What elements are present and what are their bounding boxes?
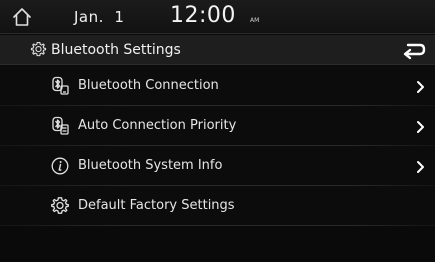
gear-icon <box>30 41 47 58</box>
chevron-right-icon <box>414 159 426 173</box>
home-icon[interactable] <box>10 5 34 29</box>
settings-menu: Bluetooth Connection Auto Connection Pri… <box>0 66 435 226</box>
menu-item-bluetooth-system-info[interactable]: Bluetooth System Info <box>0 146 435 186</box>
menu-item-default-factory-settings[interactable]: Default Factory Settings <box>0 186 435 226</box>
bluetooth-priority-icon <box>50 116 70 136</box>
page-title: Bluetooth Settings <box>51 42 181 58</box>
menu-item-label: Bluetooth System Info <box>78 158 223 173</box>
title-bar: Bluetooth Settings <box>0 35 435 65</box>
date-display: Jan. 1 <box>74 8 125 26</box>
back-arrow-icon[interactable] <box>398 40 428 60</box>
bluetooth-settings-screen: Jan. 1 12:00 AM Bluetooth Settings Bluet… <box>0 0 435 262</box>
bluetooth-phone-icon <box>50 76 70 96</box>
menu-item-label: Auto Connection Priority <box>78 118 237 133</box>
gear-icon <box>50 196 70 216</box>
menu-item-label: Default Factory Settings <box>78 198 235 213</box>
clock-time: 12:00 <box>170 3 236 28</box>
menu-item-bluetooth-connection[interactable]: Bluetooth Connection <box>0 66 435 106</box>
status-bar: Jan. 1 12:00 AM <box>0 0 435 34</box>
menu-item-label: Bluetooth Connection <box>78 78 219 93</box>
menu-item-auto-connection-priority[interactable]: Auto Connection Priority <box>0 106 435 146</box>
info-icon <box>50 156 70 176</box>
chevron-right-icon <box>414 119 426 133</box>
clock-ampm: AM <box>250 17 260 24</box>
chevron-right-icon <box>414 79 426 93</box>
